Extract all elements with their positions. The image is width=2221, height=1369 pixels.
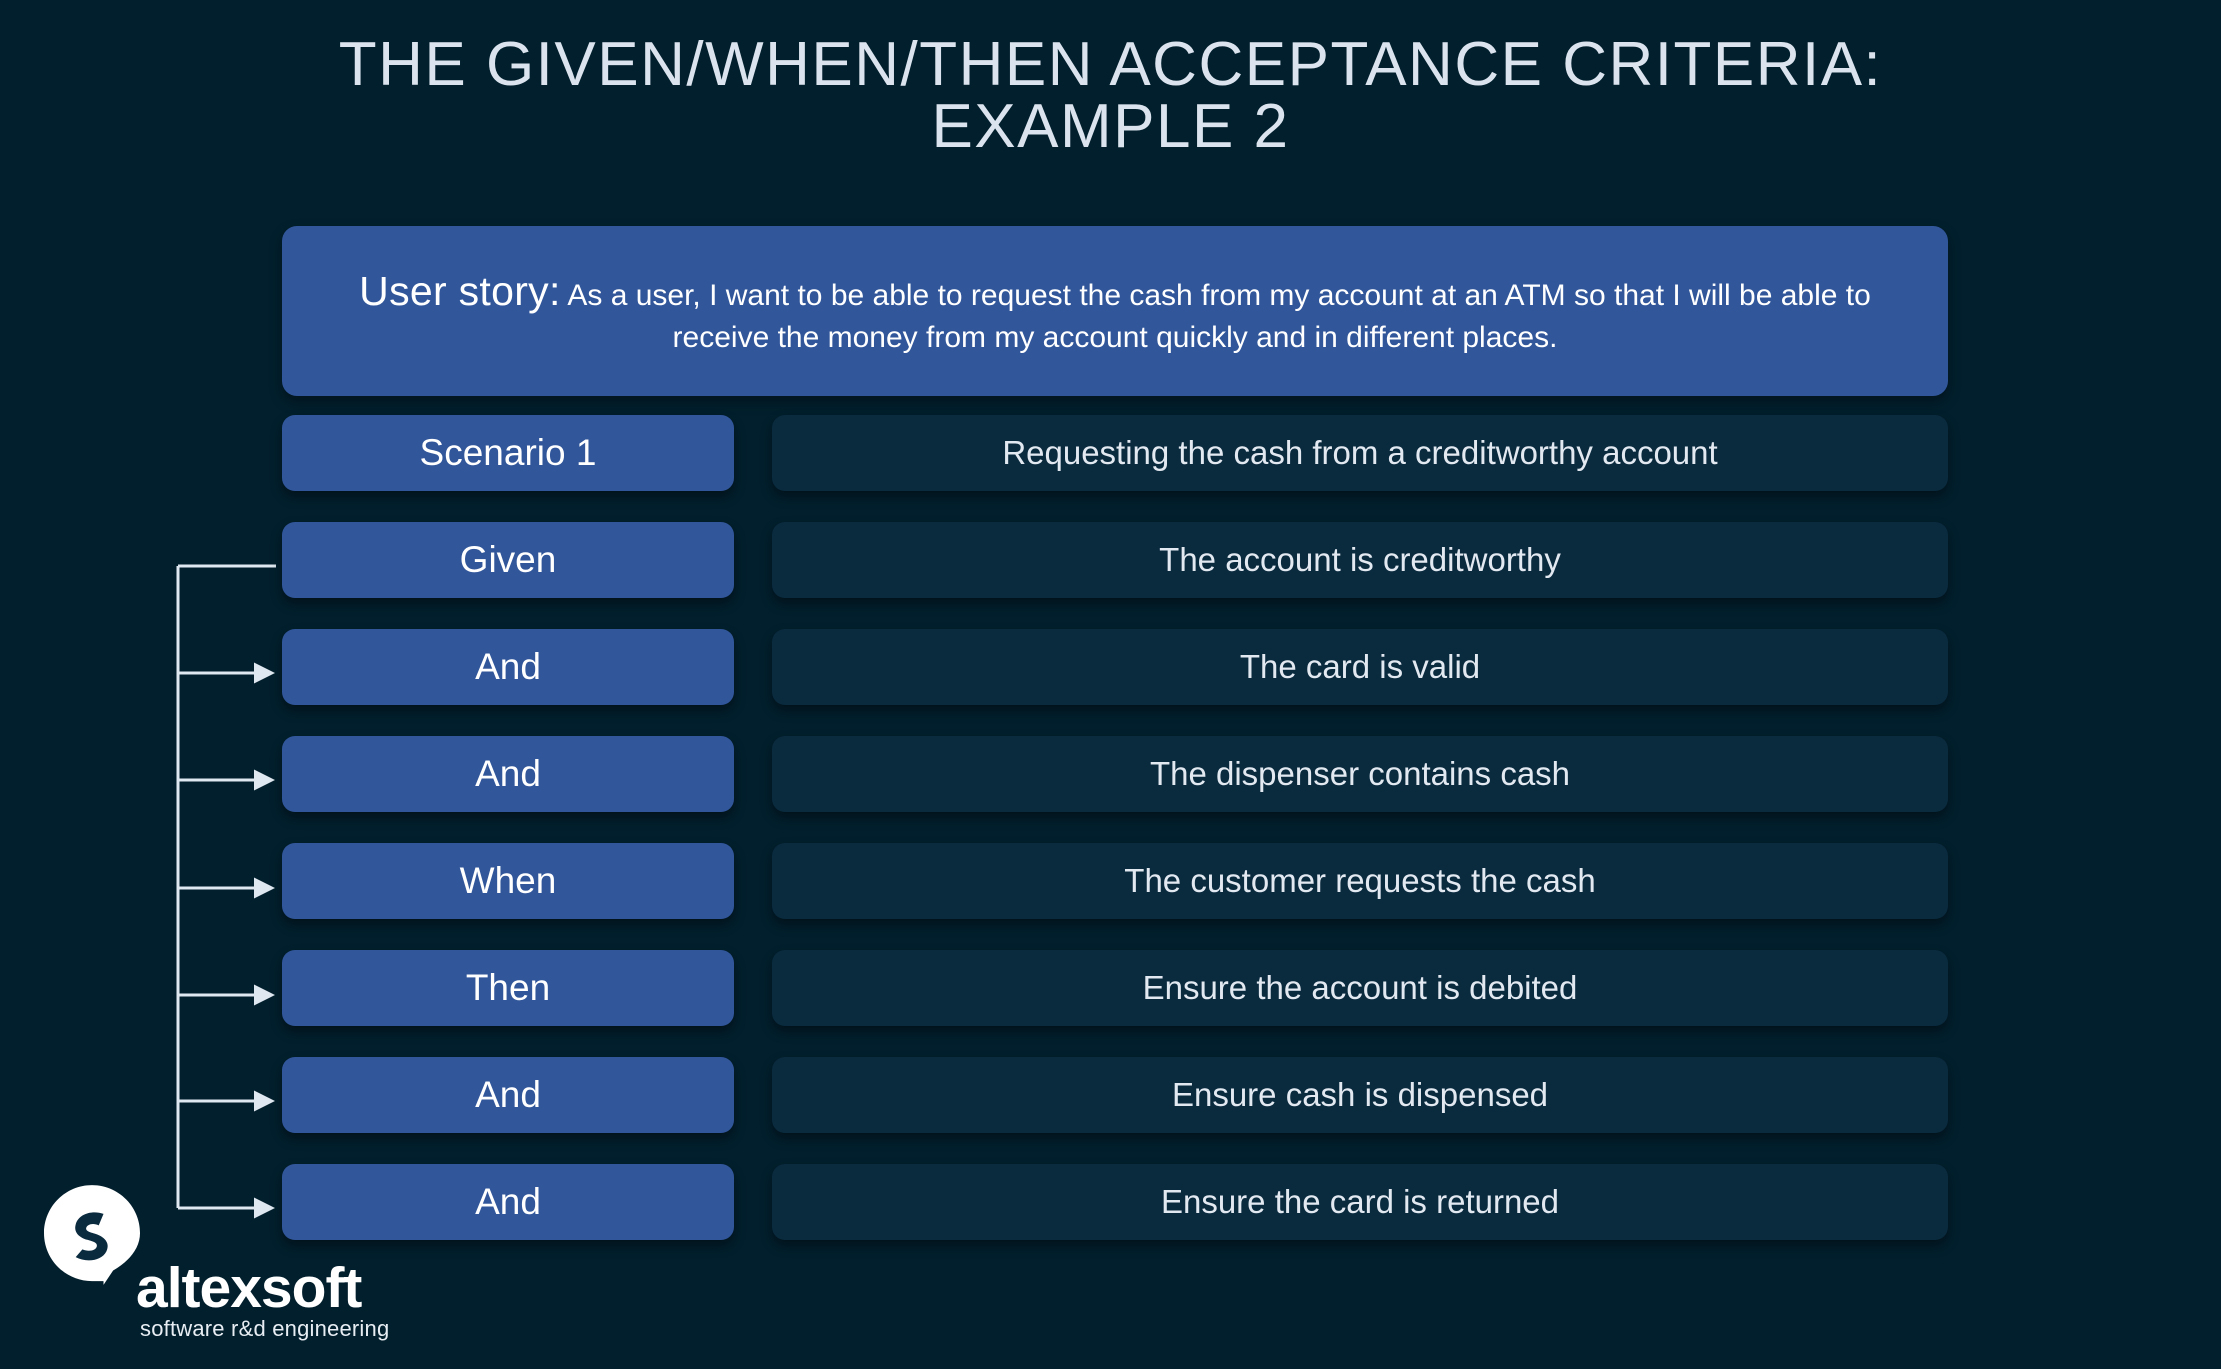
row-label-then: Then bbox=[282, 950, 734, 1026]
table-row: And The card is valid bbox=[0, 629, 2221, 705]
row-text-and-4: Ensure the card is returned bbox=[772, 1164, 1948, 1240]
page-title: THE GIVEN/WHEN/THEN ACCEPTANCE CRITERIA:… bbox=[338, 30, 1883, 161]
user-story-banner: User story: As a user, I want to be able… bbox=[282, 226, 1948, 396]
row-text-and-3: Ensure cash is dispensed bbox=[772, 1057, 1948, 1133]
table-row: When The customer requests the cash bbox=[0, 843, 2221, 919]
row-text-and-1: The card is valid bbox=[772, 629, 1948, 705]
user-story-body: As a user, I want to be able to request … bbox=[560, 278, 1871, 355]
row-text-and-2: The dispenser contains cash bbox=[772, 736, 1948, 812]
row-label-scenario-1: Scenario 1 bbox=[282, 415, 734, 491]
user-story-text: User story: As a user, I want to be able… bbox=[308, 265, 1922, 357]
row-label-and-3: And bbox=[282, 1057, 734, 1133]
row-text-given: The account is creditworthy bbox=[772, 522, 1948, 598]
brand-logo: altexsoft software r&d engineering bbox=[44, 1185, 464, 1345]
altexsoft-bubble-icon bbox=[44, 1185, 140, 1285]
row-label-and-2: And bbox=[282, 736, 734, 812]
table-row: Then Ensure the account is debited bbox=[0, 950, 2221, 1026]
table-row: Given The account is creditworthy bbox=[0, 522, 2221, 598]
row-label-when: When bbox=[282, 843, 734, 919]
row-label-and-1: And bbox=[282, 629, 734, 705]
user-story-label: User story: bbox=[359, 267, 561, 314]
logo-wordmark: altexsoft bbox=[136, 1256, 362, 1320]
row-text-then: Ensure the account is debited bbox=[772, 950, 1948, 1026]
logo-tagline: software r&d engineering bbox=[140, 1316, 390, 1341]
scenario-rows: Scenario 1 Requesting the cash from a cr… bbox=[0, 415, 2221, 1271]
table-row: And The dispenser contains cash bbox=[0, 736, 2221, 812]
row-text-when: The customer requests the cash bbox=[772, 843, 1948, 919]
row-text-scenario-1: Requesting the cash from a creditworthy … bbox=[772, 415, 1948, 491]
table-row: Scenario 1 Requesting the cash from a cr… bbox=[0, 415, 2221, 491]
table-row: And Ensure cash is dispensed bbox=[0, 1057, 2221, 1133]
row-label-given: Given bbox=[282, 522, 734, 598]
slide-canvas: THE GIVEN/WHEN/THEN ACCEPTANCE CRITERIA:… bbox=[0, 0, 2221, 1369]
